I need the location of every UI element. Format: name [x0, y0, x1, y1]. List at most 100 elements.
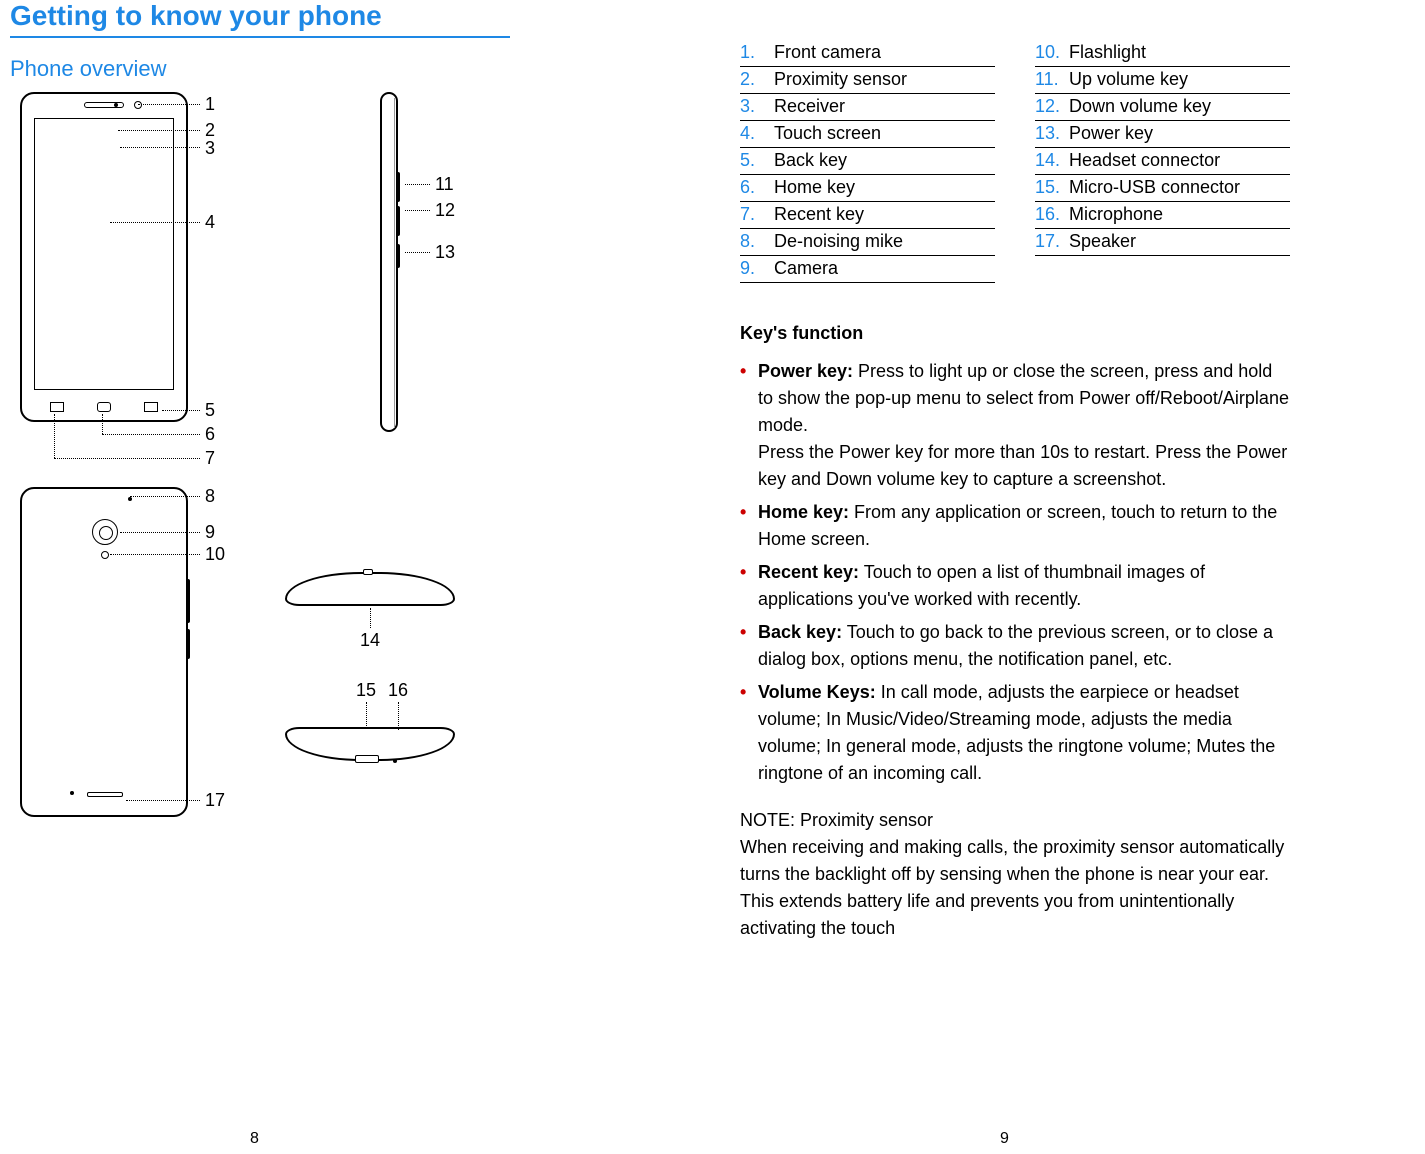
part-row: 1.Front camera	[740, 40, 995, 67]
key-name: Home key:	[758, 502, 849, 522]
part-label: Front camera	[774, 42, 995, 63]
callout-14: 14	[360, 630, 380, 651]
part-label: Receiver	[774, 96, 995, 117]
parts-table: 1.Front camera2.Proximity sensor3.Receiv…	[740, 40, 1290, 283]
leader-line	[162, 410, 200, 411]
part-number: 8.	[740, 231, 774, 252]
part-row: 10.Flashlight	[1035, 40, 1290, 67]
note-body: When receiving and making calls, the pro…	[740, 834, 1290, 942]
touch-screen-icon	[34, 118, 174, 390]
phone-back-illustration	[20, 487, 188, 817]
parts-col-left: 1.Front camera2.Proximity sensor3.Receiv…	[740, 40, 995, 283]
rear-camera-icon	[92, 519, 118, 545]
part-label: Home key	[774, 177, 995, 198]
callout-9: 9	[205, 522, 215, 543]
vol-down-icon	[396, 206, 400, 236]
leader-line	[398, 702, 399, 730]
top-edge-icon	[285, 572, 455, 606]
part-number: 14.	[1035, 150, 1069, 171]
part-row: 11.Up volume key	[1035, 67, 1290, 94]
part-row: 9.Camera	[740, 256, 995, 283]
callout-7: 7	[205, 448, 215, 469]
phone-front-illustration	[20, 92, 188, 422]
microphone-icon	[393, 759, 397, 763]
key-function-item: Back key: Touch to go back to the previo…	[740, 619, 1290, 673]
part-row: 3.Receiver	[740, 94, 995, 121]
page-number-right: 9	[1000, 1130, 1009, 1148]
parts-col-right: 10.Flashlight11.Up volume key12.Down vol…	[1035, 40, 1290, 283]
part-number: 1.	[740, 42, 774, 63]
part-row: 13.Power key	[1035, 121, 1290, 148]
part-label: Power key	[1069, 123, 1290, 144]
headset-jack-icon	[363, 569, 373, 575]
right-page: 1.Front camera2.Proximity sensor3.Receiv…	[740, 40, 1290, 942]
part-label: Up volume key	[1069, 69, 1290, 90]
leader-line	[54, 458, 200, 459]
callout-10: 10	[205, 544, 225, 565]
leader-line	[54, 414, 55, 458]
part-number: 7.	[740, 204, 774, 225]
vol-up-icon	[396, 172, 400, 202]
speaker-slot-icon	[87, 792, 123, 797]
key-name: Recent key:	[758, 562, 859, 582]
callout-6: 6	[205, 424, 215, 445]
callout-1: 1	[205, 94, 215, 115]
front-camera-icon	[134, 101, 142, 109]
part-label: De-noising mike	[774, 231, 995, 252]
part-row: 6.Home key	[740, 175, 995, 202]
part-row: 16.Microphone	[1035, 202, 1290, 229]
key-function-item: Volume Keys: In call mode, adjusts the e…	[740, 679, 1290, 787]
phone-side-illustration	[380, 92, 420, 432]
key-function-title: Key's function	[740, 323, 1290, 344]
part-number: 11.	[1035, 69, 1069, 90]
part-label: Flashlight	[1069, 42, 1290, 63]
flashlight-icon	[101, 551, 109, 559]
part-label: Headset connector	[1069, 150, 1290, 171]
callout-13: 13	[435, 242, 455, 263]
key-name: Back key:	[758, 622, 842, 642]
key-function-item: Home key: From any application or screen…	[740, 499, 1290, 553]
part-number: 3.	[740, 96, 774, 117]
leader-line	[405, 184, 430, 185]
leader-line	[110, 222, 200, 223]
part-label: Microphone	[1069, 204, 1290, 225]
part-row: 2.Proximity sensor	[740, 67, 995, 94]
callout-4: 4	[205, 212, 215, 233]
leader-line	[118, 130, 200, 131]
back-key-icon	[144, 402, 158, 412]
leader-line	[102, 434, 200, 435]
page-number-left: 8	[250, 1130, 259, 1148]
part-label: Proximity sensor	[774, 69, 995, 90]
leader-line	[130, 496, 200, 497]
part-label: Speaker	[1069, 231, 1290, 252]
leader-line	[405, 252, 430, 253]
part-label: Micro-USB connector	[1069, 177, 1290, 198]
key-function-item: Power key: Press to light up or close th…	[740, 358, 1290, 493]
key-name: Power key:	[758, 361, 853, 381]
leader-line	[366, 702, 367, 726]
part-number: 10.	[1035, 42, 1069, 63]
part-number: 6.	[740, 177, 774, 198]
denoising-mike-icon	[128, 497, 132, 501]
leader-line	[102, 414, 103, 434]
note-title: NOTE: Proximity sensor	[740, 807, 1290, 834]
part-label: Down volume key	[1069, 96, 1290, 117]
key-function-list: Power key: Press to light up or close th…	[740, 358, 1290, 787]
leader-line	[138, 104, 200, 105]
callout-12: 12	[435, 200, 455, 221]
part-row: 8.De-noising mike	[740, 229, 995, 256]
key-name: Volume Keys:	[758, 682, 876, 702]
part-number: 2.	[740, 69, 774, 90]
leader-line	[110, 554, 200, 555]
recent-key-icon	[50, 402, 64, 412]
callout-15: 15	[356, 680, 376, 701]
part-number: 5.	[740, 150, 774, 171]
leader-line	[120, 147, 200, 148]
proximity-sensor-icon	[114, 103, 118, 107]
power-key-icon	[396, 244, 400, 268]
leader-line	[370, 608, 371, 628]
part-number: 4.	[740, 123, 774, 144]
part-number: 17.	[1035, 231, 1069, 252]
sub-title: Phone overview	[10, 56, 510, 82]
leader-line	[405, 210, 430, 211]
